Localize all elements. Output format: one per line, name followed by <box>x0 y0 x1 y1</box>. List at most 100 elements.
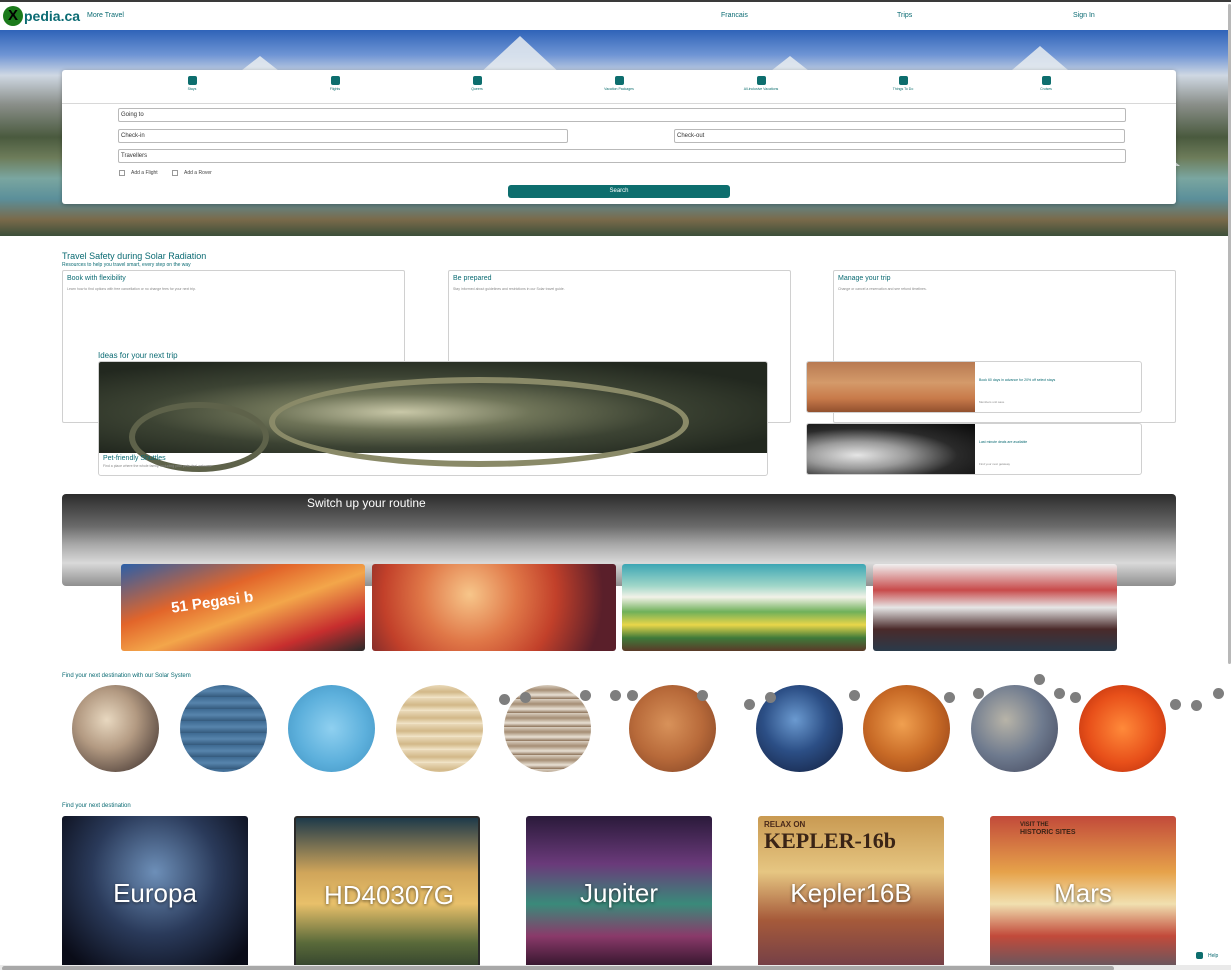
tab-label: Flights <box>329 87 341 91</box>
language-link[interactable]: Francais <box>721 12 748 19</box>
logo-mark: X <box>3 6 23 26</box>
ideas-side-card[interactable]: Book 60 days in advance for 20% off sele… <box>806 361 1142 413</box>
help-icon <box>1196 952 1203 959</box>
tab-cruises[interactable]: Cruises <box>1016 76 1076 91</box>
page: X pedia.ca More Travel Francais Trips Si… <box>0 0 1231 970</box>
ideas-side-card[interactable]: Last minute deals are available Find you… <box>806 423 1142 475</box>
safety-subtitle: Resources to help you travel smart, ever… <box>62 262 191 268</box>
moon-dot <box>580 690 591 701</box>
card-title: Pet-friendly Shuttles <box>103 455 166 462</box>
tab-flights[interactable]: Flights <box>305 76 365 91</box>
destination-card-kepler16b[interactable]: RELAX ON KEPLER-16b Kepler16B <box>758 816 944 970</box>
poster-text: KEPLER-16b <box>764 828 897 853</box>
ship-icon <box>1041 76 1051 85</box>
check-out-input[interactable]: Check-out <box>674 129 1125 143</box>
help-button[interactable]: Help <box>1196 952 1218 959</box>
moon-dot <box>1070 692 1081 703</box>
shuttle-image <box>99 362 767 472</box>
bed-icon <box>187 76 197 85</box>
card-title: Book with flexibility <box>67 275 126 282</box>
sign-in-link[interactable]: Sign In <box>1073 12 1095 19</box>
help-label: Help <box>1208 952 1219 959</box>
moon-dot <box>627 690 638 701</box>
poster-text: 51 Pegasi b <box>170 588 255 617</box>
going-to-input[interactable]: Going to <box>118 108 1126 122</box>
destination-card-europa[interactable]: Europa <box>62 816 248 970</box>
check-in-input[interactable]: Check-in <box>118 129 568 143</box>
uranus-planet[interactable] <box>288 685 375 772</box>
card-desc: Change or cancel a reservation and see r… <box>838 287 927 291</box>
scrollbar-thumb[interactable] <box>2 966 1114 970</box>
destination-name: Mars <box>1054 878 1112 908</box>
moon-dot <box>1213 688 1224 699</box>
moon-dot <box>1054 688 1065 699</box>
poster-text: HISTORIC SITES <box>1020 829 1076 836</box>
poster-pegasi[interactable]: 51 Pegasi b <box>121 564 365 651</box>
logo[interactable]: X pedia.ca <box>3 6 80 26</box>
card-desc: Find a place where the whole family, inc… <box>103 464 212 468</box>
moon-dot <box>1034 674 1045 685</box>
mercury-planet[interactable] <box>971 685 1058 772</box>
mars-rover-image <box>807 362 975 412</box>
card-title: Be prepared <box>453 275 492 282</box>
add-flight-checkbox[interactable]: Add a Flight <box>119 170 158 176</box>
switch-title: Switch up your routine <box>307 496 426 510</box>
top-nav: X pedia.ca More Travel Francais Trips Si… <box>0 2 1231 30</box>
tab-stays[interactable]: Stays <box>162 76 222 91</box>
safety-title: Travel Safety during Solar Radiation <box>62 251 207 261</box>
sun-planet[interactable] <box>1079 685 1166 772</box>
more-travel-link[interactable]: More Travel <box>87 12 124 19</box>
moon-dot <box>1191 700 1202 711</box>
search-tabs: Stays Flights Queers Vacation Packages A… <box>62 70 1176 104</box>
trips-link[interactable]: Trips <box>897 12 912 19</box>
poster-planet[interactable] <box>372 564 616 651</box>
tab-label: Queers <box>471 87 483 91</box>
shuttle-ring-shape <box>269 377 689 467</box>
package-icon <box>614 76 624 85</box>
saturn-planet[interactable] <box>396 685 483 772</box>
card-desc: Learn how to find options with free canc… <box>67 287 196 291</box>
moon-dot <box>697 690 708 701</box>
travellers-input[interactable]: Travellers <box>118 149 1126 163</box>
poster-landscape[interactable] <box>622 564 866 651</box>
destination-card-jupiter[interactable]: Jupiter <box>526 816 712 970</box>
tab-queers[interactable]: Queers <box>447 76 507 91</box>
solar-title: Find your next destination with our Sola… <box>62 673 191 679</box>
hero-banner: Stays Flights Queers Vacation Packages A… <box>0 30 1231 236</box>
ideas-title: Ideas for your next trip <box>98 351 178 360</box>
ideas-main-card[interactable]: Pet-friendly Shuttles Find a place where… <box>98 361 768 476</box>
tab-all-inclusive[interactable]: All-inclusive Vacations <box>731 76 791 91</box>
destination-name: Jupiter <box>579 878 659 908</box>
astronaut-image <box>807 424 975 474</box>
search-button[interactable]: Search <box>508 185 730 198</box>
venus-planet[interactable] <box>863 685 950 772</box>
horizontal-scrollbar[interactable] <box>0 965 1231 970</box>
jupiter-planet[interactable] <box>504 685 591 772</box>
neptune-planet[interactable] <box>180 685 267 772</box>
checkbox-label: Add a Flight <box>131 170 158 176</box>
destination-name: HD40307G <box>323 880 455 910</box>
checkbox-box[interactable] <box>172 170 178 176</box>
checkbox-label: Add a Rover <box>184 170 212 176</box>
add-rover-checkbox[interactable]: Add a Rover <box>172 170 212 176</box>
destinations-title: Find your next destination <box>62 803 131 809</box>
card-title: Book 60 days in advance for 20% off sele… <box>979 378 1056 382</box>
checkbox-box[interactable] <box>119 170 125 176</box>
poster-dome[interactable] <box>873 564 1117 651</box>
tab-vacation-packages[interactable]: Vacation Packages <box>589 76 649 91</box>
card-title: Manage your trip <box>838 275 891 282</box>
destination-card-mars[interactable]: VISIT THE HISTORIC SITES Mars <box>990 816 1176 970</box>
tab-things-to-do[interactable]: Things To Do <box>873 76 933 91</box>
destination-card-hd40307g[interactable]: HD40307G <box>294 816 480 970</box>
poster-text: VISIT THE <box>1020 822 1049 828</box>
moon-dot <box>520 692 531 703</box>
search-card: Stays Flights Queers Vacation Packages A… <box>62 70 1176 204</box>
tab-label: Stays <box>187 87 197 91</box>
poster-row: 51 Pegasi b <box>118 561 1120 653</box>
ticket-icon <box>898 76 908 85</box>
destination-name: Kepler16B <box>790 878 912 908</box>
moon-dot <box>499 694 510 705</box>
card-desc: Find your next getaway <box>979 462 1011 466</box>
pluto-planet[interactable] <box>72 685 159 772</box>
car-icon <box>472 76 482 85</box>
